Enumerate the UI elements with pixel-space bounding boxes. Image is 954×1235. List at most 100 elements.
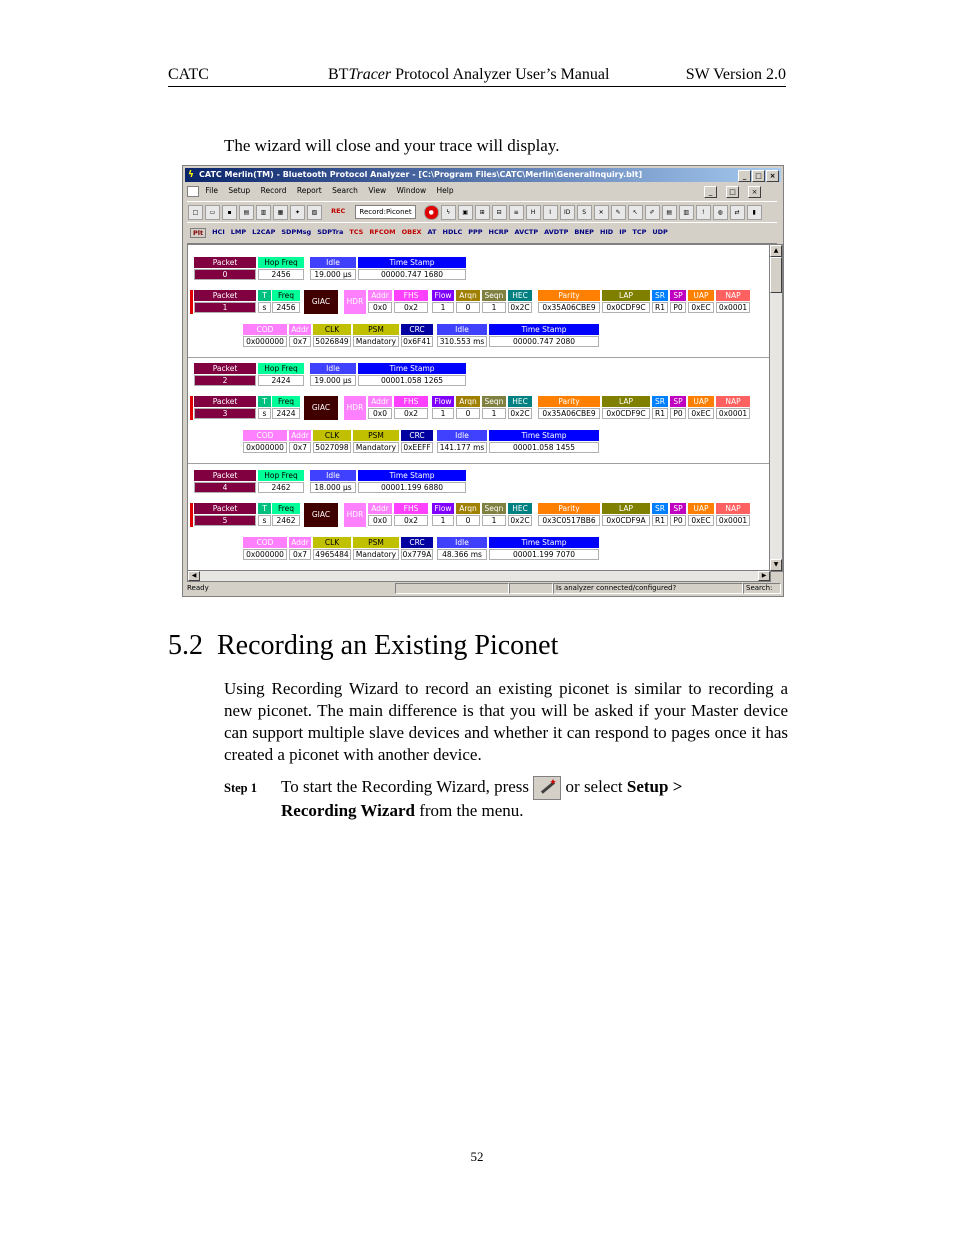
- toolbar-l2cap[interactable]: L2CAP: [252, 228, 275, 236]
- menu-file[interactable]: File: [205, 186, 218, 195]
- header-right: SW Version 2.0: [685, 66, 786, 83]
- mark-icon[interactable]: ✎: [610, 205, 626, 220]
- toolbar-tcs[interactable]: TCS: [349, 228, 363, 236]
- idle-icon[interactable]: I: [542, 205, 558, 220]
- parity-value: 0x3C0517BB6: [538, 515, 600, 526]
- freq-value: 2456: [272, 302, 300, 313]
- freq-value: 2462: [272, 515, 300, 526]
- mdi-minimize-button[interactable]: _: [704, 186, 717, 198]
- decode-toolbar: Plt HCI LMP L2CAP SDPMsg SDPTra TCS RFCOM OBEX AT…: [187, 222, 777, 244]
- toolbar-hcrp[interactable]: HCRP: [489, 228, 509, 236]
- image-icon[interactable]: ▣: [457, 205, 473, 220]
- toolbar-at[interactable]: AT: [428, 228, 437, 236]
- globe-icon[interactable]: ◍: [712, 205, 728, 220]
- setup-icon[interactable]: ▦: [273, 205, 288, 220]
- toolbar-plt[interactable]: Plt: [190, 228, 207, 238]
- stop-icon[interactable]: ●: [423, 205, 439, 220]
- toolbar-avdtp[interactable]: AVDTP: [544, 228, 568, 236]
- toolbar-hci[interactable]: HCI: [212, 228, 225, 236]
- hop-icon[interactable]: H: [525, 205, 541, 220]
- toolbar-lmp[interactable]: LMP: [231, 228, 246, 236]
- menu-help[interactable]: Help: [437, 186, 454, 195]
- scroll-down-icon[interactable]: ▼: [770, 559, 782, 571]
- packet-value: 2: [194, 375, 256, 386]
- toolbar-ip[interactable]: IP: [619, 228, 626, 236]
- mdi-close-button[interactable]: ×: [748, 186, 761, 198]
- nap-label: NAP: [716, 503, 750, 514]
- scroll-left-icon[interactable]: ◀: [188, 571, 200, 581]
- arrows-icon[interactable]: ⇄: [729, 205, 745, 220]
- toolbar-hid[interactable]: HID: [600, 228, 613, 236]
- bluetooth-icon[interactable]: ϟ: [440, 205, 456, 220]
- zoom-icon[interactable]: ⊞: [474, 205, 490, 220]
- uap-value: 0xEC: [688, 515, 714, 526]
- cross-icon[interactable]: ✕: [593, 205, 609, 220]
- sco-icon[interactable]: S: [576, 205, 592, 220]
- toolbar-avctp[interactable]: AVCTP: [515, 228, 539, 236]
- list-icon[interactable]: ≡: [508, 205, 524, 220]
- hdr-label: HDR: [344, 290, 366, 314]
- app-screenshot: ϟ CATC Merlin(TM) - Bluetooth Protocol A…: [182, 165, 784, 597]
- menu-view[interactable]: View: [368, 186, 386, 195]
- scroll-up-icon[interactable]: ▲: [770, 245, 782, 257]
- toolbar-bnep[interactable]: BNEP: [574, 228, 594, 236]
- error-marker: [190, 396, 193, 420]
- info-icon[interactable]: !: [695, 205, 711, 220]
- menu-record[interactable]: Record: [261, 186, 287, 195]
- toolbar-udp[interactable]: UDP: [652, 228, 667, 236]
- trace-view[interactable]: Packet 0 Hop Freq 2456 Idle 19.000 µs Time Sta…: [187, 244, 771, 572]
- toolbar-sdptra[interactable]: SDPTra: [317, 228, 343, 236]
- id-icon[interactable]: ID: [559, 205, 575, 220]
- record-mode-select[interactable]: Record:Piconet: [355, 205, 416, 219]
- clk-label: CLK: [313, 324, 351, 335]
- new-icon[interactable]: □: [188, 205, 203, 220]
- crc-value: 0x779A: [401, 549, 433, 560]
- giac-label: GIAC: [304, 396, 338, 420]
- maximize-button[interactable]: □: [752, 170, 765, 182]
- toolbar-rfcom[interactable]: RFCOM: [369, 228, 395, 236]
- scroll-thumb[interactable]: [770, 257, 782, 293]
- horizontal-scrollbar[interactable]: ◀ ▶: [187, 570, 771, 582]
- toolbar-ppp[interactable]: PPP: [468, 228, 482, 236]
- seqn-value: 1: [482, 302, 506, 313]
- edit-icon[interactable]: ✐: [644, 205, 660, 220]
- packet-value: 4: [194, 482, 256, 493]
- save-icon[interactable]: ▪: [222, 205, 237, 220]
- toolbar-obex[interactable]: OBEX: [402, 228, 422, 236]
- section-heading: 5.2 Recording an Existing Piconet: [168, 630, 559, 661]
- report-icon[interactable]: ▤: [661, 205, 677, 220]
- toolbar-hdlc[interactable]: HDLC: [443, 228, 463, 236]
- minimize-button[interactable]: _: [738, 170, 751, 182]
- chart-icon[interactable]: ▮: [746, 205, 762, 220]
- menu-bar: File Setup Record Report Search View Win…: [185, 184, 781, 198]
- time-stamp-label: Time Stamp: [358, 363, 466, 374]
- print-icon[interactable]: ▥: [256, 205, 271, 220]
- document-icon[interactable]: [187, 185, 199, 197]
- scroll-right-icon[interactable]: ▶: [758, 571, 770, 581]
- menu-setup[interactable]: Setup: [228, 186, 250, 195]
- hec-label: HEC: [508, 290, 532, 301]
- timing-icon[interactable]: ▥: [678, 205, 694, 220]
- zoom-out-icon[interactable]: ⊟: [491, 205, 507, 220]
- mdi-restore-button[interactable]: □: [726, 186, 739, 198]
- toolbar-tcp[interactable]: TCP: [632, 228, 646, 236]
- packet-value: 1: [194, 302, 256, 313]
- sr-value: R1: [652, 302, 668, 313]
- print-preview-icon[interactable]: ▤: [239, 205, 254, 220]
- wizard-icon[interactable]: ✦: [290, 205, 305, 220]
- packet-label: Packet: [194, 363, 256, 374]
- menu-report[interactable]: Report: [297, 186, 322, 195]
- fhs-label: FHS: [394, 290, 428, 301]
- close-button[interactable]: ×: [766, 170, 779, 182]
- menu-search[interactable]: Search: [332, 186, 358, 195]
- sp-label: SP: [670, 290, 686, 301]
- filter-icon[interactable]: ▧: [307, 205, 322, 220]
- idle-label: Idle: [437, 430, 487, 441]
- toolbar-sdpmsg[interactable]: SDPMsg: [281, 228, 311, 236]
- open-icon[interactable]: ▭: [205, 205, 220, 220]
- pointer-icon[interactable]: ↖: [627, 205, 643, 220]
- vertical-scrollbar[interactable]: ▲ ▼: [769, 244, 783, 572]
- mdi-controls: _ □ ×: [703, 185, 769, 199]
- addr-value: 0x7: [289, 549, 311, 560]
- menu-window[interactable]: Window: [397, 186, 427, 195]
